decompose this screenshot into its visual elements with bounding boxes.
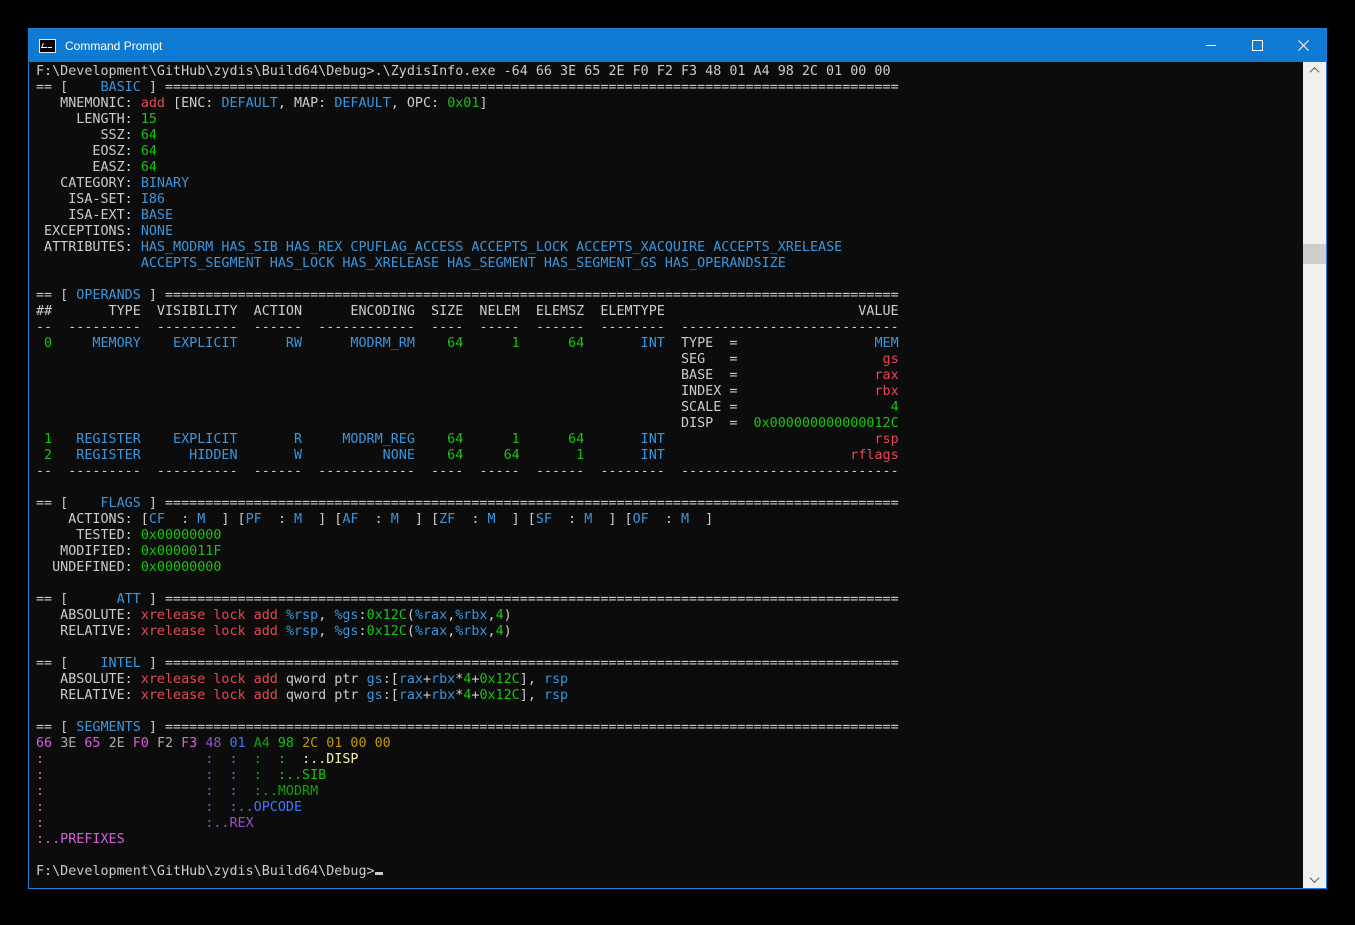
terminal-line: RELATIVE: xrelease lock add %rsp, %gs:0x…: [36, 624, 1326, 640]
terminal-line: UNDEFINED: 0x00000000: [36, 560, 1326, 576]
terminal-line: == [ BASIC ] ===========================…: [36, 80, 1326, 96]
terminal-line: : : : : : :..DISP: [36, 752, 1326, 768]
terminal-line: MNEMONIC: add [ENC: DEFAULT, MAP: DEFAUL…: [36, 96, 1326, 112]
terminal-line: ABSOLUTE: xrelease lock add qword ptr gs…: [36, 672, 1326, 688]
window-title: Command Prompt: [65, 39, 162, 53]
command-prompt-window: Command Prompt F:\Development\GitHub\zyd…: [28, 28, 1327, 889]
terminal-line: EOSZ: 64: [36, 144, 1326, 160]
terminal-line: == [ ATT ] =============================…: [36, 592, 1326, 608]
scroll-up-button[interactable]: [1303, 62, 1326, 79]
terminal-line: ISA-SET: I86: [36, 192, 1326, 208]
terminal-line: [36, 848, 1326, 864]
terminal-line: 0 MEMORY EXPLICIT RW MODRM_RM 64 1 64 IN…: [36, 336, 1326, 352]
terminal-line: BASE = rax: [36, 368, 1326, 384]
terminal-line: ACCEPTS_SEGMENT HAS_LOCK HAS_XRELEASE HA…: [36, 256, 1326, 272]
terminal-screen[interactable]: F:\Development\GitHub\zydis\Build64\Debu…: [29, 62, 1326, 888]
title-bar[interactable]: Command Prompt: [29, 29, 1326, 62]
close-button[interactable]: [1280, 29, 1326, 62]
maximize-icon: [1252, 40, 1263, 51]
terminal-line: == [ FLAGS ] ===========================…: [36, 496, 1326, 512]
terminal-line: == [ INTEL ] ===========================…: [36, 656, 1326, 672]
terminal-line: == [ OPERANDS ] ========================…: [36, 288, 1326, 304]
terminal-line: 66 3E 65 2E F0 F2 F3 48 01 A4 98 2C 01 0…: [36, 736, 1326, 752]
terminal-line: ## TYPE VISIBILITY ACTION ENCODING SIZE …: [36, 304, 1326, 320]
close-icon: [1298, 40, 1309, 51]
window-controls: [1188, 29, 1326, 62]
scrollbar[interactable]: [1303, 62, 1326, 888]
terminal-line: [36, 640, 1326, 656]
terminal-line: TESTED: 0x00000000: [36, 528, 1326, 544]
terminal-line: SSZ: 64: [36, 128, 1326, 144]
terminal-line: ACTIONS: [CF : M ] [PF : M ] [AF : M ] […: [36, 512, 1326, 528]
minimize-icon: [1206, 45, 1216, 46]
terminal-line: [36, 480, 1326, 496]
terminal-line: : :..REX: [36, 816, 1326, 832]
terminal-line: F:\Development\GitHub\zydis\Build64\Debu…: [36, 64, 1326, 80]
scrollbar-thumb[interactable]: [1303, 244, 1326, 264]
terminal-line: : : : :..MODRM: [36, 784, 1326, 800]
terminal-line: [36, 576, 1326, 592]
terminal-line: -- --------- ---------- ------ ---------…: [36, 320, 1326, 336]
chevron-up-icon: [1310, 67, 1320, 77]
terminal-line: : : :..OPCODE: [36, 800, 1326, 816]
terminal-line: RELATIVE: xrelease lock add qword ptr gs…: [36, 688, 1326, 704]
chevron-down-icon: [1310, 873, 1320, 883]
terminal-line: 1 REGISTER EXPLICIT R MODRM_REG 64 1 64 …: [36, 432, 1326, 448]
terminal-line: 2 REGISTER HIDDEN W NONE 64 64 1 INT rfl…: [36, 448, 1326, 464]
terminal-line: :..PREFIXES: [36, 832, 1326, 848]
terminal-line: [36, 704, 1326, 720]
maximize-button[interactable]: [1234, 29, 1280, 62]
terminal-line: F:\Development\GitHub\zydis\Build64\Debu…: [36, 864, 1326, 880]
scroll-down-button[interactable]: [1303, 871, 1326, 888]
text-cursor: [375, 872, 383, 875]
terminal-line: : : : : :..SIB: [36, 768, 1326, 784]
terminal-line: [36, 272, 1326, 288]
cmd-icon[interactable]: [39, 39, 56, 53]
terminal-line: EASZ: 64: [36, 160, 1326, 176]
minimize-button[interactable]: [1188, 29, 1234, 62]
terminal-line: DISP = 0x000000000000012C: [36, 416, 1326, 432]
terminal-line: CATEGORY: BINARY: [36, 176, 1326, 192]
terminal-lines: F:\Development\GitHub\zydis\Build64\Debu…: [29, 62, 1326, 880]
terminal-line: MODIFIED: 0x0000011F: [36, 544, 1326, 560]
terminal-line: -- --------- ---------- ------ ---------…: [36, 464, 1326, 480]
terminal-line: == [ SEGMENTS ] ========================…: [36, 720, 1326, 736]
terminal-line: LENGTH: 15: [36, 112, 1326, 128]
terminal-line: ATTRIBUTES: HAS_MODRM HAS_SIB HAS_REX CP…: [36, 240, 1326, 256]
terminal-line: SEG = gs: [36, 352, 1326, 368]
terminal-line: ISA-EXT: BASE: [36, 208, 1326, 224]
terminal-line: SCALE = 4: [36, 400, 1326, 416]
terminal-line: INDEX = rbx: [36, 384, 1326, 400]
terminal-line: ABSOLUTE: xrelease lock add %rsp, %gs:0x…: [36, 608, 1326, 624]
terminal-line: EXCEPTIONS: NONE: [36, 224, 1326, 240]
